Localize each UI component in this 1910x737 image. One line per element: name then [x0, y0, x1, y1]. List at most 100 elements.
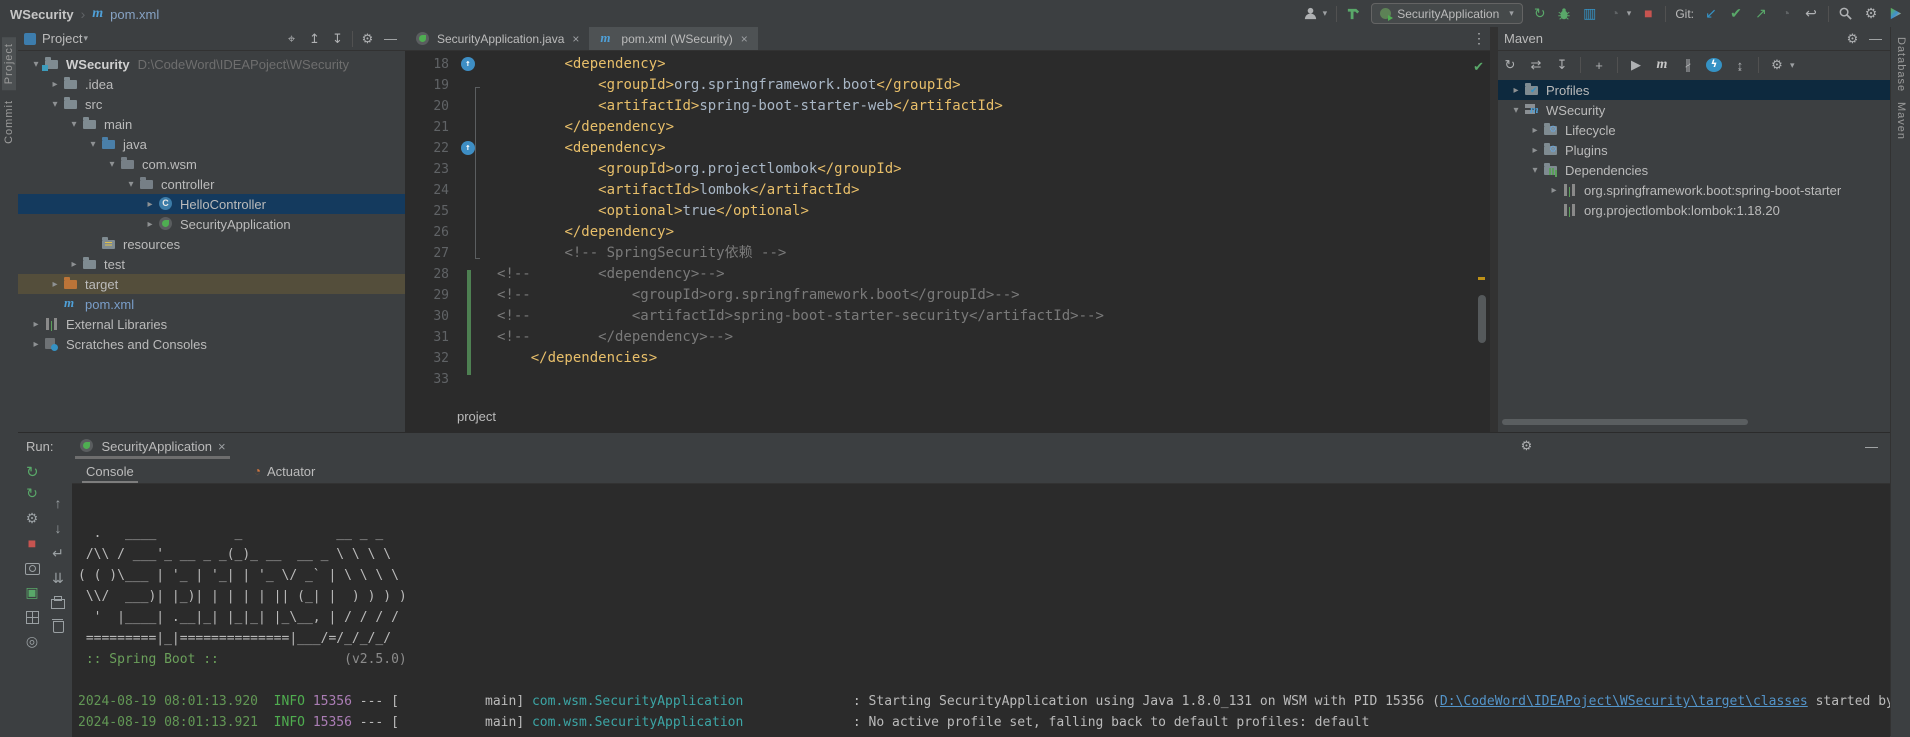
execute-maven-goal-icon[interactable]: m	[1654, 57, 1670, 73]
print-button[interactable]	[51, 599, 65, 609]
chevron-collapsed-icon[interactable]: ▸	[47, 79, 63, 90]
clear-all-button[interactable]	[53, 621, 64, 633]
stop-button[interactable]: ■	[28, 535, 36, 551]
settings-gear-icon[interactable]: ⚙	[1863, 1, 1879, 26]
coverage-icon[interactable]: ▥	[1582, 1, 1598, 26]
editor-scrollbar[interactable]	[1478, 295, 1486, 343]
editor-line[interactable]: 29<!-- <groupId>org.springframework.boot…	[405, 285, 1476, 306]
chevron-expanded-icon[interactable]: ▾	[47, 99, 63, 110]
git-commit-icon[interactable]: ✔	[1728, 1, 1744, 26]
chevron-collapsed-icon[interactable]: ▸	[1527, 125, 1543, 136]
offline-mode-icon[interactable]: ϟ	[1706, 58, 1722, 72]
editor-line[interactable]: 24 <artifactId>lombok</artifactId>	[405, 180, 1476, 201]
ide-features-icon[interactable]	[1888, 6, 1904, 21]
line-number[interactable]: 22	[405, 138, 461, 159]
tool-button-database[interactable]: Database	[1895, 37, 1907, 92]
tree-item-securityapplication[interactable]: ▸SecurityApplication	[18, 214, 405, 234]
chevron-collapsed-icon[interactable]: ▸	[1546, 185, 1562, 196]
chevron-expanded-icon[interactable]: ▾	[66, 119, 82, 130]
panel-settings-icon[interactable]: ⚙	[1844, 31, 1861, 47]
breadcrumb-file[interactable]: pom.xml	[110, 7, 159, 22]
breadcrumb-project[interactable]: WSecurity	[10, 7, 74, 22]
chevron-expanded-icon[interactable]: ▾	[85, 139, 101, 150]
line-number[interactable]: 25	[405, 201, 461, 222]
project-view-selector[interactable]: Project	[42, 31, 82, 46]
editor-line[interactable]: 28<!-- <dependency>-->	[405, 264, 1476, 285]
tool-button-commit[interactable]: Commit	[3, 100, 15, 144]
collapse-all-icon[interactable]: ↧	[329, 31, 346, 47]
git-rollback-icon[interactable]: ↩	[1803, 1, 1819, 26]
line-number[interactable]: 30	[405, 306, 461, 327]
git-push-icon[interactable]: ↗	[1753, 1, 1769, 26]
tree-item-controller[interactable]: ▾controller	[18, 174, 405, 194]
locate-file-icon[interactable]: ⌖	[283, 31, 300, 47]
chevron-down-icon[interactable]: ▾	[1323, 8, 1328, 19]
chevron-collapsed-icon[interactable]: ▸	[1527, 145, 1543, 156]
line-number[interactable]: 26	[405, 222, 461, 243]
profiler-icon[interactable]: ◔	[1607, 1, 1623, 26]
rerun-spring-icon[interactable]: ↻	[26, 463, 39, 481]
pin-tab-button[interactable]: ◎	[26, 633, 38, 649]
editor-line[interactable]: 32 </dependencies>	[405, 348, 1476, 369]
git-update-icon[interactable]: ↙	[1703, 1, 1719, 26]
tree-item--idea[interactable]: ▸.idea	[18, 74, 405, 94]
editor-line[interactable]: 18↑ <dependency>	[405, 54, 1476, 75]
panel-settings-icon[interactable]: ⚙	[359, 31, 376, 47]
panel-splitter[interactable]	[1490, 27, 1498, 432]
expand-all-icon[interactable]: ↥	[306, 31, 323, 47]
line-number[interactable]: 24	[405, 180, 461, 201]
line-number[interactable]: 28	[405, 264, 461, 285]
tree-item-dependencies[interactable]: ▾Dependencies	[1498, 160, 1890, 180]
run-button[interactable]: ↻	[1532, 1, 1548, 26]
add-maven-project-icon[interactable]: +	[1591, 58, 1607, 73]
line-number[interactable]: 18	[405, 54, 461, 75]
chevron-collapsed-icon[interactable]: ▸	[28, 339, 44, 350]
editor-lines[interactable]: 18↑ <dependency>19 <groupId>org.springfr…	[405, 54, 1476, 397]
editor-line[interactable]: 33	[405, 369, 1476, 390]
chevron-collapsed-icon[interactable]: ▸	[47, 279, 63, 290]
hide-panel-icon[interactable]: —	[1867, 31, 1884, 46]
editor-line[interactable]: 19 <groupId>org.springframework.boot</gr…	[405, 75, 1476, 96]
line-number[interactable]: 31	[405, 327, 461, 348]
build-hammer-icon[interactable]	[1346, 6, 1362, 21]
collapse-all-icon[interactable]: ↨	[1732, 58, 1748, 73]
editor-line[interactable]: 21 </dependency>	[405, 117, 1476, 138]
tree-item-test[interactable]: ▸test	[18, 254, 405, 274]
line-number[interactable]: 20	[405, 96, 461, 117]
editor-line[interactable]: 25 <optional>true</optional>	[405, 201, 1476, 222]
chevron-expanded-icon[interactable]: ▾	[1508, 105, 1524, 116]
tree-item-main[interactable]: ▾main	[18, 114, 405, 134]
editor-line[interactable]: 27 <!-- SpringSecurity依赖 -->	[405, 243, 1476, 264]
stop-button[interactable]: ■	[1640, 1, 1656, 26]
editor-line[interactable]: 23 <groupId>org.projectlombok</groupId>	[405, 159, 1476, 180]
tree-item-scratches-and-consoles[interactable]: ▸Scratches and Consoles	[18, 334, 405, 354]
run-configuration-select[interactable]: SecurityApplication ▾	[1371, 3, 1523, 24]
tree-item-org-projectlombok-lombok-1-18-20[interactable]: org.projectlombok:lombok:1.18.20	[1498, 200, 1890, 220]
line-number[interactable]: 29	[405, 285, 461, 306]
chevron-collapsed-icon[interactable]: ▸	[66, 259, 82, 270]
chevron-collapsed-icon[interactable]: ▸	[28, 319, 44, 330]
tree-item-profiles[interactable]: ▸Profiles	[1498, 80, 1890, 100]
maven-horizontal-scrollbar[interactable]	[1502, 419, 1748, 425]
close-icon[interactable]: ×	[741, 32, 748, 46]
generate-sources-icon[interactable]: ⇄	[1528, 57, 1544, 73]
tree-item-wsecurity[interactable]: ▾WSecurityD:\CodeWord\IDEAPoject\WSecuri…	[18, 54, 405, 74]
line-number[interactable]: 21	[405, 117, 461, 138]
editor-tab-0[interactable]: SecurityApplication.java×	[405, 27, 589, 50]
tree-item-pom-xml[interactable]: pom.xml	[18, 294, 405, 314]
down-stacktrace-button[interactable]: ↓	[55, 520, 62, 536]
fold-guide[interactable]	[475, 87, 476, 259]
tree-item-hellocontroller[interactable]: ▸HelloController	[18, 194, 405, 214]
coverage-button[interactable]: ▣	[25, 584, 38, 600]
tree-item-external-libraries[interactable]: ▸External Libraries	[18, 314, 405, 334]
thread-dump-button[interactable]	[25, 563, 40, 575]
chevron-expanded-icon[interactable]: ▾	[104, 159, 120, 170]
tree-item-plugins[interactable]: ▸Plugins	[1498, 140, 1890, 160]
tree-item-resources[interactable]: resources	[18, 234, 405, 254]
line-number[interactable]: 23	[405, 159, 461, 180]
chevron-collapsed-icon[interactable]: ▸	[142, 199, 158, 210]
chevron-expanded-icon[interactable]: ▾	[123, 179, 139, 190]
line-number[interactable]: 32	[405, 348, 461, 369]
chevron-collapsed-icon[interactable]: ▸	[142, 219, 158, 230]
tool-button-project[interactable]: Project	[2, 37, 16, 90]
